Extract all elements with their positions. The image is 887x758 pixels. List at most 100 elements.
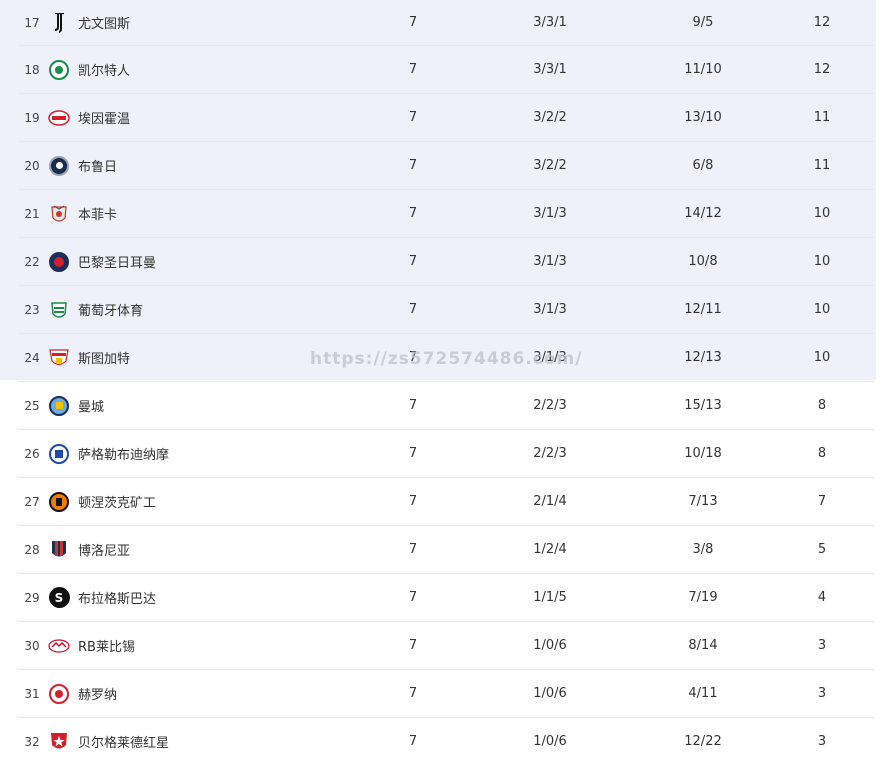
points-cell: 4 xyxy=(817,590,827,605)
played-cell: 7 xyxy=(408,206,418,221)
team-name[interactable]: 顿涅茨克矿工 xyxy=(78,478,278,525)
table-row[interactable]: 31 赫罗纳 7 1/0/6 4/11 3 xyxy=(18,670,874,718)
rank-cell: 29 xyxy=(24,590,40,605)
shakhtar-logo-icon xyxy=(48,478,70,525)
sparta-prague-logo-icon: S xyxy=(48,574,70,621)
table-row[interactable]: 25 曼城 7 2/2/3 15/13 8 xyxy=(18,382,874,430)
rank-cell: 20 xyxy=(24,158,40,173)
table-row[interactable]: 18 凯尔特人 7 3/3/1 11/10 12 xyxy=(18,46,874,94)
club-brugge-logo-icon xyxy=(48,142,70,189)
rb-leipzig-logo-icon xyxy=(48,622,70,669)
win-draw-loss-cell: 3/3/1 xyxy=(533,15,567,30)
table-row[interactable]: 29 S 布拉格斯巴达 7 1/1/5 7/19 4 xyxy=(18,574,874,622)
team-name[interactable]: 曼城 xyxy=(78,382,278,429)
team-name[interactable]: 布鲁日 xyxy=(78,142,278,189)
win-draw-loss-cell: 3/1/3 xyxy=(533,206,567,221)
dinamo-zagreb-logo-icon xyxy=(48,430,70,477)
played-cell: 7 xyxy=(408,590,418,605)
win-draw-loss-cell: 2/2/3 xyxy=(533,446,567,461)
goals-cell: 12/13 xyxy=(684,350,722,365)
team-name[interactable]: 斯图加特 xyxy=(78,334,278,381)
rank-cell: 18 xyxy=(24,62,40,77)
team-name[interactable]: 本菲卡 xyxy=(78,190,278,237)
table-row[interactable]: 23 葡萄牙体育 7 3/1/3 12/11 10 xyxy=(18,286,874,334)
points-cell: 12 xyxy=(813,15,831,30)
table-row[interactable]: 21 本菲卡 7 3/1/3 14/12 10 xyxy=(18,190,874,238)
played-cell: 7 xyxy=(408,734,418,749)
celtic-logo-icon xyxy=(48,46,70,93)
played-cell: 7 xyxy=(408,302,418,317)
goals-cell: 10/18 xyxy=(684,446,722,461)
win-draw-loss-cell: 1/1/5 xyxy=(533,590,567,605)
rank-cell: 25 xyxy=(24,398,40,413)
goals-cell: 12/22 xyxy=(684,734,722,749)
rank-cell: 17 xyxy=(24,15,40,30)
rank-cell: 22 xyxy=(24,254,40,269)
win-draw-loss-cell: 1/2/4 xyxy=(533,542,567,557)
win-draw-loss-cell: 1/0/6 xyxy=(533,638,567,653)
played-cell: 7 xyxy=(408,638,418,653)
win-draw-loss-cell: 3/2/2 xyxy=(533,158,567,173)
played-cell: 7 xyxy=(408,446,418,461)
goals-cell: 13/10 xyxy=(684,110,722,125)
points-cell: 11 xyxy=(813,158,831,173)
win-draw-loss-cell: 3/1/3 xyxy=(533,254,567,269)
rank-cell: 30 xyxy=(24,638,40,653)
played-cell: 7 xyxy=(408,110,418,125)
played-cell: 7 xyxy=(408,158,418,173)
team-name[interactable]: 布拉格斯巴达 xyxy=(78,574,278,621)
stuttgart-logo-icon xyxy=(48,334,70,381)
rank-cell: 32 xyxy=(24,734,40,749)
sporting-logo-icon xyxy=(48,286,70,333)
benfica-logo-icon xyxy=(48,190,70,237)
standings-page: 17 尤文图斯 7 3/3/1 9/5 12 18 凯尔特人 7 3/3/1 1… xyxy=(0,0,887,758)
played-cell: 7 xyxy=(408,398,418,413)
goals-cell: 15/13 xyxy=(684,398,722,413)
goals-cell: 7/13 xyxy=(688,494,718,509)
rank-cell: 27 xyxy=(24,494,40,509)
standings-table: 17 尤文图斯 7 3/3/1 9/5 12 18 凯尔特人 7 3/3/1 1… xyxy=(18,0,874,758)
team-name[interactable]: 萨格勒布迪纳摩 xyxy=(78,430,278,477)
table-row[interactable]: 28 博洛尼亚 7 1/2/4 3/8 5 xyxy=(18,526,874,574)
bologna-logo-icon xyxy=(48,526,70,573)
team-name[interactable]: 巴黎圣日耳曼 xyxy=(78,238,278,285)
table-row[interactable]: 22 巴黎圣日耳曼 7 3/1/3 10/8 10 xyxy=(18,238,874,286)
rank-cell: 26 xyxy=(24,446,40,461)
rank-cell: 21 xyxy=(24,206,40,221)
goals-cell: 3/8 xyxy=(692,542,714,557)
points-cell: 3 xyxy=(817,686,827,701)
table-row[interactable]: 17 尤文图斯 7 3/3/1 9/5 12 xyxy=(18,0,874,46)
juventus-logo-icon xyxy=(48,0,70,45)
team-name[interactable]: 赫罗纳 xyxy=(78,670,278,717)
table-row[interactable]: 24 斯图加特 7 3/1/3 12/13 10 xyxy=(18,334,874,382)
rank-cell: 19 xyxy=(24,110,40,125)
table-row[interactable]: 19 埃因霍温 7 3/2/2 13/10 11 xyxy=(18,94,874,142)
rank-cell: 24 xyxy=(24,350,40,365)
table-row[interactable]: 26 萨格勒布迪纳摩 7 2/2/3 10/18 8 xyxy=(18,430,874,478)
win-draw-loss-cell: 1/0/6 xyxy=(533,686,567,701)
table-row[interactable]: 27 顿涅茨克矿工 7 2/1/4 7/13 7 xyxy=(18,478,874,526)
win-draw-loss-cell: 1/0/6 xyxy=(533,734,567,749)
points-cell: 11 xyxy=(813,110,831,125)
points-cell: 5 xyxy=(817,542,827,557)
team-name[interactable]: 葡萄牙体育 xyxy=(78,286,278,333)
team-name[interactable]: 尤文图斯 xyxy=(78,0,278,45)
win-draw-loss-cell: 3/1/3 xyxy=(533,302,567,317)
table-row[interactable]: 20 布鲁日 7 3/2/2 6/8 11 xyxy=(18,142,874,190)
points-cell: 10 xyxy=(813,254,831,269)
team-name[interactable]: RB莱比锡 xyxy=(78,622,278,669)
win-draw-loss-cell: 3/2/2 xyxy=(533,110,567,125)
team-name[interactable]: 凯尔特人 xyxy=(78,46,278,93)
goals-cell: 11/10 xyxy=(684,62,722,77)
red-star-logo-icon xyxy=(48,718,70,758)
team-name[interactable]: 贝尔格莱德红星 xyxy=(78,718,278,758)
table-row[interactable]: 32 贝尔格莱德红星 7 1/0/6 12/22 3 xyxy=(18,718,874,758)
points-cell: 3 xyxy=(817,638,827,653)
team-name[interactable]: 埃因霍温 xyxy=(78,94,278,141)
table-row[interactable]: 30 RB莱比锡 7 1/0/6 8/14 3 xyxy=(18,622,874,670)
played-cell: 7 xyxy=(408,254,418,269)
played-cell: 7 xyxy=(408,686,418,701)
team-name[interactable]: 博洛尼亚 xyxy=(78,526,278,573)
points-cell: 10 xyxy=(813,302,831,317)
rank-cell: 28 xyxy=(24,542,40,557)
